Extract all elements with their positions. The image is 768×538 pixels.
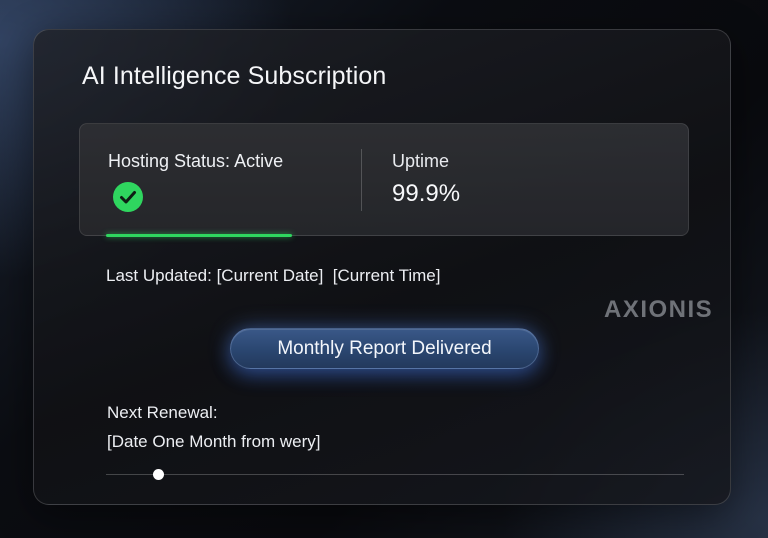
last-updated-text: Last Updated: [Current Date] [Current Ti… xyxy=(106,266,441,285)
next-renewal-label: Next Renewal: xyxy=(107,403,218,422)
status-panel: Hosting Status: Active Uptime 99.9% xyxy=(79,123,689,237)
card-title: AI Intelligence Subscription xyxy=(82,62,387,90)
next-renewal-date: [Date One Month from wery] xyxy=(107,432,321,451)
monthly-report-button[interactable]: Monthly Report Delivered xyxy=(230,328,539,369)
renewal-slider-handle[interactable] xyxy=(153,469,165,480)
hosting-status-label: Hosting Status: Active xyxy=(108,151,284,171)
check-circle-icon xyxy=(113,182,143,212)
hosting-progress-bar xyxy=(106,234,669,237)
renewal-slider[interactable] xyxy=(106,469,684,480)
uptime-label: Uptime xyxy=(392,151,450,171)
brand-logo: AXIONIS xyxy=(604,296,714,323)
subscription-card: AI Intelligence Subscription Hosting Sta… xyxy=(33,29,731,505)
hosting-progress-fill xyxy=(106,234,292,237)
status-divider xyxy=(361,149,362,211)
uptime-value: 99.9% xyxy=(392,180,461,207)
